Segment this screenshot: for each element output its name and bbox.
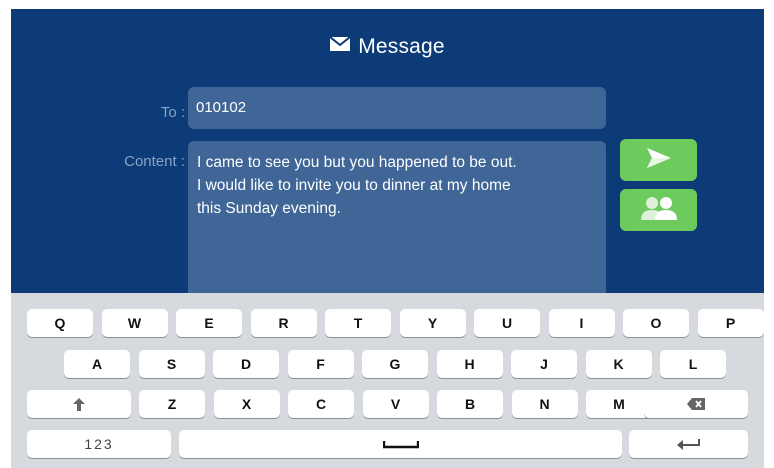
key-x-label: X — [241, 396, 252, 412]
key-o[interactable]: O — [623, 309, 689, 337]
key-d-label: D — [240, 356, 252, 372]
key-m[interactable]: M — [586, 390, 652, 418]
keyboard: Q W E R T Y U I O P A S D F G H J K L Z X C V B N M 123 — [11, 293, 764, 468]
key-n[interactable]: N — [511, 390, 578, 418]
key-y[interactable]: Y — [399, 309, 466, 337]
key-a-label: A — [91, 356, 103, 372]
key-j-label: J — [540, 356, 548, 372]
key-f[interactable]: F — [287, 350, 354, 378]
envelope-icon — [329, 33, 351, 57]
key-n-label: N — [539, 396, 550, 412]
space-icon — [382, 439, 419, 449]
key-p[interactable]: P — [697, 309, 764, 337]
key-x[interactable]: X — [213, 390, 280, 418]
to-field[interactable]: 010102 — [188, 87, 606, 129]
key-q[interactable]: Q — [27, 309, 93, 337]
title-text: Message — [358, 35, 445, 58]
key-e-label: E — [204, 315, 214, 331]
backspace-icon — [687, 398, 705, 410]
key-v-label: V — [390, 396, 401, 412]
space-key[interactable] — [179, 430, 622, 458]
key-p-label: P — [725, 315, 736, 331]
enter-key[interactable] — [629, 430, 748, 458]
key-w-label: W — [127, 315, 142, 331]
numbers-key[interactable]: 123 — [27, 430, 171, 458]
key-r-label: R — [278, 315, 289, 331]
key-y-label: Y — [427, 315, 438, 331]
key-f-label: F — [316, 356, 325, 372]
key-b[interactable]: B — [437, 390, 503, 418]
content-value: I came to see you but you happened to be… — [197, 154, 517, 217]
to-value: 010102 — [196, 99, 247, 116]
key-c-label: C — [315, 396, 327, 412]
contacts-icon — [639, 195, 679, 226]
key-s[interactable]: S — [138, 350, 205, 378]
key-t-label: T — [353, 315, 363, 331]
key-q-label: Q — [54, 315, 66, 331]
key-r[interactable]: R — [250, 309, 317, 337]
key-z[interactable]: Z — [139, 390, 205, 418]
shift-key[interactable] — [27, 390, 131, 418]
key-z-label: Z — [167, 396, 177, 412]
key-k[interactable]: K — [585, 350, 652, 378]
key-u[interactable]: U — [474, 309, 540, 337]
key-e[interactable]: E — [176, 309, 242, 337]
key-h[interactable]: H — [436, 350, 503, 378]
key-m-label: M — [613, 396, 625, 412]
key-d[interactable]: D — [213, 350, 279, 378]
key-v[interactable]: V — [362, 390, 429, 418]
key-i-label: I — [579, 315, 584, 331]
key-u-label: U — [501, 315, 513, 331]
key-b-label: B — [464, 396, 476, 412]
key-c[interactable]: C — [288, 390, 354, 418]
content-label: Content : — [124, 153, 185, 170]
page-title: Message — [11, 35, 764, 59]
to-label: To : — [160, 104, 185, 121]
key-k-label: K — [613, 356, 624, 372]
shift-icon — [73, 397, 85, 411]
key-a[interactable]: A — [64, 350, 130, 378]
numbers-key-label: 123 — [84, 436, 114, 452]
key-j[interactable]: J — [511, 350, 577, 378]
key-g[interactable]: G — [362, 350, 428, 378]
key-w[interactable]: W — [101, 309, 168, 337]
key-g-label: G — [389, 356, 401, 372]
key-i[interactable]: I — [548, 309, 615, 337]
key-l-label: L — [688, 356, 698, 372]
contacts-button[interactable] — [620, 189, 697, 231]
backspace-key[interactable] — [644, 390, 748, 418]
key-h-label: H — [464, 356, 475, 372]
key-l[interactable]: L — [660, 350, 726, 378]
key-t[interactable]: T — [325, 309, 391, 337]
send-icon — [646, 147, 672, 174]
key-o-label: O — [650, 315, 662, 331]
enter-icon — [676, 438, 701, 450]
key-s-label: S — [166, 356, 177, 372]
send-button[interactable] — [620, 139, 697, 181]
